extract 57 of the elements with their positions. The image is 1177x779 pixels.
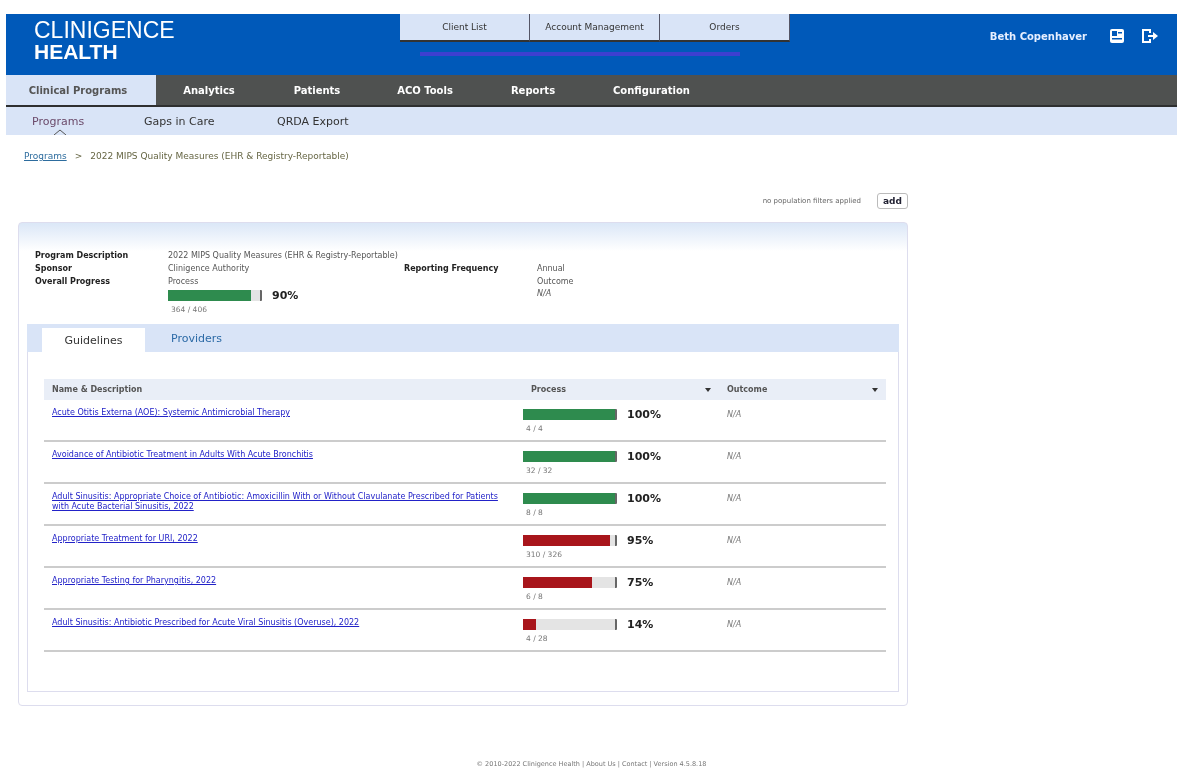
percent-label: 100% (627, 408, 661, 421)
field-value: Clinigence Authority (168, 264, 251, 273)
sort-icon[interactable] (872, 387, 878, 392)
field-value: 2022 MIPS Quality Measures (EHR & Registry-Reportable) (168, 251, 399, 260)
nav-tab[interactable]: Analytics (156, 75, 262, 105)
breadcrumb-current: 2022 MIPS Quality Measures (EHR & Registry-Reportable) (90, 151, 349, 161)
percent-label: 90% (272, 289, 299, 302)
column-header: Name & Description (52, 385, 143, 394)
nav-tab[interactable]: Clinical Programs (6, 75, 156, 105)
top-tab[interactable]: Client List (400, 14, 530, 42)
caret-icon (54, 129, 66, 135)
field-label: Overall Progress (35, 277, 111, 288)
nav-tab[interactable]: Configuration (588, 75, 715, 105)
logo: CLINIGENCE HEALTH (33, 16, 176, 65)
column-header: Outcome (727, 385, 768, 394)
percent-label: 100% (627, 450, 661, 463)
outcome-cell-text: N/A (726, 577, 743, 589)
percent-label: 14% (627, 618, 654, 631)
add-button[interactable]: add (877, 193, 908, 209)
field-label: Process (168, 277, 200, 286)
field-label: Program Description (35, 251, 130, 260)
logout-icon[interactable] (1141, 28, 1159, 44)
nav-tab[interactable]: Patients (264, 75, 370, 105)
percent-label: 95% (627, 534, 654, 547)
outcome-cell-text: N/A (726, 619, 743, 631)
outcome-cell-text: N/A (726, 451, 743, 463)
column-header: Process (531, 385, 566, 394)
id-card-icon[interactable] (1109, 28, 1125, 44)
nav-tab[interactable]: ACO Tools (372, 75, 478, 105)
outcome-cell-text: N/A (726, 409, 743, 421)
outcome-cell-text: N/A (726, 493, 743, 505)
percent-label: 75% (627, 576, 654, 589)
outcome-cell-text: N/A (726, 535, 743, 547)
field-label: Reporting Frequency (404, 264, 500, 273)
breadcrumb-separator: > (74, 151, 83, 161)
guideline-link[interactable]: Adult Sinusitis: Appropriate Choice of Antibiotic: Amoxicillin With or Without Clavulanate Prescribed for Patients with Acute Bacterial Sinusitis, 2022 (44, 492, 523, 512)
guideline-link[interactable]: Acute Otitis Externa (AOE): Systemic Antimicrobial Therapy (44, 408, 523, 418)
top-tab[interactable]: Orders (660, 14, 790, 42)
nav-tab[interactable]: Reports (480, 75, 586, 105)
sub-nav-tab[interactable]: Programs (32, 114, 85, 128)
sub-nav-tab[interactable]: Gaps in Care (144, 114, 215, 128)
guideline-link[interactable]: Avoidance of Antibiotic Treatment in Adults With Acute Bronchitis (44, 450, 523, 460)
top-tab[interactable]: Account Management (530, 14, 660, 42)
tab[interactable]: Providers (145, 324, 248, 352)
tab[interactable]: Guidelines (42, 328, 145, 352)
field-label: Outcome (537, 277, 575, 286)
sub-nav-tab[interactable]: QRDA Export (277, 114, 349, 128)
sort-icon[interactable] (705, 387, 711, 392)
guideline-link[interactable]: Appropriate Testing for Pharyngitis, 2022 (44, 576, 523, 586)
breadcrumb-link[interactable]: Programs (24, 151, 67, 161)
percent-label: 100% (627, 492, 661, 505)
guideline-link[interactable]: Appropriate Treatment for URI, 2022 (44, 534, 523, 544)
field-value: N/A (537, 289, 553, 298)
user-name[interactable]: Beth Copenhaver (989, 30, 1087, 42)
guideline-link[interactable]: Adult Sinusitis: Antibiotic Prescribed for Acute Viral Sinusitis (Overuse), 2022 (44, 618, 523, 628)
field-label: Sponsor (35, 264, 73, 273)
field-value: Annual (537, 264, 566, 273)
